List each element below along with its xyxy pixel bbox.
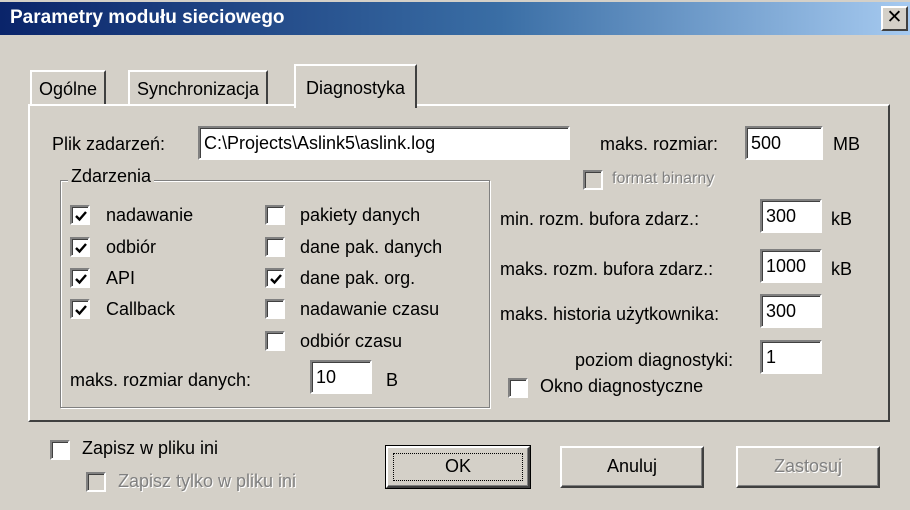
event-pakiety-danych-checkbox[interactable] [265,205,285,225]
event-nadawanie-checkbox[interactable] [70,205,90,225]
event-dane-pak-org-checkbox[interactable] [265,268,285,288]
apply-button[interactable]: Zastosuj [736,446,880,488]
event-odbior-czasu-checkbox[interactable] [265,331,285,351]
cancel-button[interactable]: Anuluj [560,446,704,488]
max-buffer-label: maks. rozm. bufora zdarz.: [500,259,714,279]
event-callback-label: Callback [106,299,176,319]
tab-label: Diagnostyka [306,78,406,98]
max-size-label: maks. rozmiar: [600,134,719,154]
event-api-checkbox[interactable] [70,268,90,288]
cancel-button-label: Anuluj [606,456,658,476]
diag-window-checkbox[interactable] [508,378,528,398]
tab-synchronizacja[interactable]: Synchronizacja [128,70,269,106]
event-callback-checkbox[interactable] [70,299,90,319]
min-buffer-label: min. rozm. bufora zdarz.: [500,209,700,229]
window-title: Parametry modułu sieciowego [10,7,285,28]
event-pakiety-danych-label: pakiety danych [300,205,421,225]
min-buffer-unit: kB [831,209,853,229]
diag-level-input[interactable]: 1 [760,340,822,374]
check-icon [75,243,87,254]
tab-diagnostyka[interactable]: Diagnostyka [294,64,418,108]
max-data-size-input[interactable]: 10 [310,360,372,394]
max-buffer-unit: kB [831,259,853,279]
diag-level-label: poziom diagnostyki: [575,350,734,370]
event-odbior-czasu-label: odbiór czasu [300,331,403,351]
tab-label: Ogólne [39,79,98,99]
events-group-legend: Zdarzenia [68,166,155,187]
save-only-ini-checkbox[interactable] [86,472,106,492]
binary-format-label: format binarny [612,170,715,187]
save-ini-checkbox[interactable] [50,440,70,460]
log-file-input[interactable]: C:\Projects\Aslink5\aslink.log [198,126,570,160]
max-size-unit: MB [833,134,860,154]
save-ini-label: Zapisz w pliku ini [82,438,219,458]
event-dane-pak-danych-checkbox[interactable] [265,237,285,257]
check-icon [270,274,282,285]
event-odbior-label: odbiór [106,237,157,257]
event-dane-pak-danych-label: dane pak. danych [300,237,443,257]
event-dane-pak-org-label: dane pak. org. [300,268,416,288]
max-history-input[interactable]: 300 [760,294,822,328]
dialog-window: Parametry modułu sieciowego ✕ Ogólne Syn… [0,0,910,510]
tab-label: Synchronizacja [137,79,260,99]
max-data-size-unit: B [386,370,399,390]
tab-ogolne[interactable]: Ogólne [30,70,107,106]
max-size-input[interactable]: 500 [745,126,823,160]
log-file-label: Plik zadarzeń: [52,134,166,154]
event-api-label: API [106,268,136,288]
binary-format-checkbox[interactable] [583,170,603,190]
max-data-size-label: maks. rozmiar danych: [70,370,252,390]
check-icon [75,274,87,285]
min-buffer-input[interactable]: 300 [760,199,822,233]
title-bar[interactable]: Parametry modułu sieciowego ✕ [0,2,910,35]
event-nadawanie-czasu-checkbox[interactable] [265,299,285,319]
max-buffer-input[interactable]: 1000 [760,249,822,283]
ok-button[interactable]: OK [385,445,531,489]
ok-button-label: OK [444,456,471,476]
check-icon [75,305,87,316]
event-nadawanie-czasu-label: nadawanie czasu [300,299,440,319]
diag-window-label: Okno diagnostyczne [540,376,704,396]
max-history-label: maks. historia użytkownika: [500,304,720,324]
close-button[interactable]: ✕ [881,6,908,31]
save-only-ini-label: Zapisz tylko w pliku ini [118,471,297,491]
check-icon [75,211,87,222]
apply-button-label: Zastosuj [773,456,843,476]
event-odbior-checkbox[interactable] [70,237,90,257]
event-nadawanie-label: nadawanie [106,205,194,225]
